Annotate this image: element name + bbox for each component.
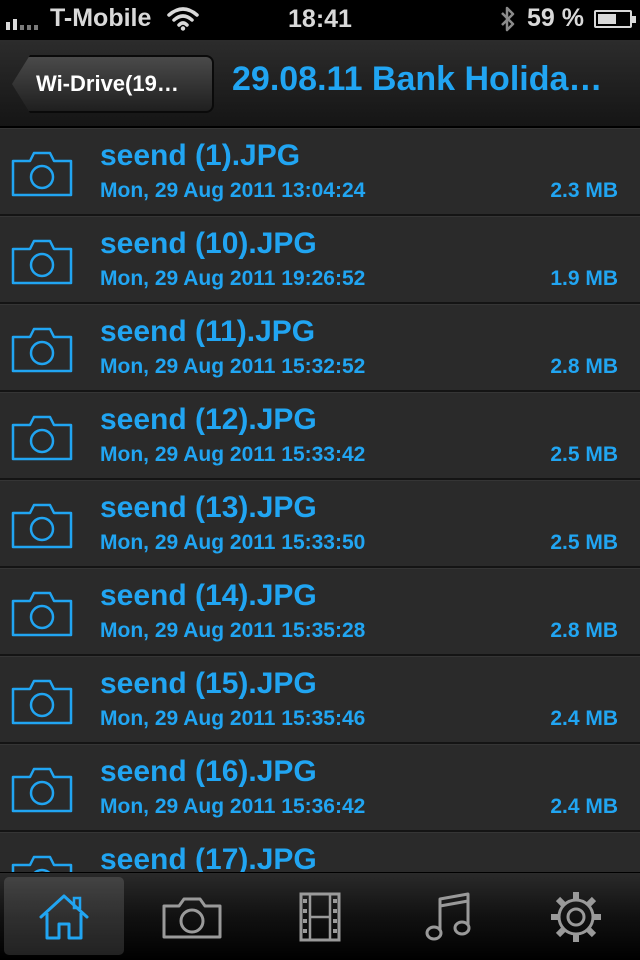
file-date: Mon, 29 Aug 2011 15:36:42	[100, 795, 366, 818]
file-row[interactable]: seend (15).JPG Mon, 29 Aug 2011 15:35:46 2…	[0, 656, 640, 744]
battery-percent: 59 %	[527, 4, 584, 32]
file-date: Mon, 29 Aug 2011 15:33:50	[100, 531, 366, 554]
file-name: seend (14).JPG	[100, 579, 317, 612]
battery-icon	[594, 9, 636, 28]
back-button-label: Wi-Drive(19…	[36, 71, 179, 96]
file-date: Mon, 29 Aug 2011 15:32:52	[100, 355, 366, 378]
status-right: 59 %	[499, 4, 636, 33]
file-size: 2.4 MB	[550, 795, 618, 818]
tab-camera[interactable]	[128, 873, 256, 960]
tab-home[interactable]	[0, 873, 128, 960]
file-row[interactable]: seend (14).JPG Mon, 29 Aug 2011 15:35:28 2…	[0, 568, 640, 656]
home-icon	[39, 894, 89, 940]
music-icon	[425, 892, 471, 941]
film-icon	[299, 892, 341, 942]
navigation-bar: Wi-Drive(19… 29.08.11 Bank Holida…	[0, 40, 640, 128]
file-size: 2.3 MB	[550, 179, 618, 202]
tab-video[interactable]	[256, 873, 384, 960]
file-row[interactable]: seend (12).JPG Mon, 29 Aug 2011 15:33:42 2…	[0, 392, 640, 480]
file-name: seend (13).JPG	[100, 491, 317, 524]
page-title: 29.08.11 Bank Holida…	[232, 60, 603, 98]
file-name: seend (1).JPG	[100, 139, 301, 172]
camera-icon	[11, 767, 73, 813]
file-size: 2.5 MB	[550, 443, 618, 466]
file-date: Mon, 29 Aug 2011 13:04:24	[100, 179, 366, 202]
bluetooth-icon	[501, 6, 515, 31]
file-date: Mon, 29 Aug 2011 15:35:28	[100, 619, 366, 642]
camera-icon	[11, 239, 73, 285]
file-size: 2.4 MB	[550, 707, 618, 730]
file-name: seend (16).JPG	[100, 755, 317, 788]
back-button[interactable]: Wi-Drive(19…	[12, 55, 214, 113]
camera-icon	[11, 151, 73, 197]
camera-icon	[11, 855, 73, 872]
file-row[interactable]: seend (13).JPG Mon, 29 Aug 2011 15:33:50 2…	[0, 480, 640, 568]
file-name: seend (17).JPG	[100, 843, 317, 872]
file-name: seend (10).JPG	[100, 227, 317, 260]
file-date: Mon, 29 Aug 2011 19:26:52	[100, 267, 366, 290]
file-name: seend (11).JPG	[100, 315, 316, 348]
file-row[interactable]: seend (10).JPG Mon, 29 Aug 2011 19:26:52 1…	[0, 216, 640, 304]
file-size: 2.5 MB	[550, 531, 618, 554]
file-row[interactable]: seend (16).JPG Mon, 29 Aug 2011 15:36:42 2…	[0, 744, 640, 832]
status-bar: T-Mobile 18:41 59 %	[0, 0, 640, 40]
file-name: seend (12).JPG	[100, 403, 317, 436]
gear-icon	[551, 892, 601, 942]
tab-settings[interactable]	[512, 873, 640, 960]
file-list[interactable]: seend (1).JPG Mon, 29 Aug 2011 13:04:24 2.…	[0, 128, 640, 872]
camera-icon	[11, 591, 73, 637]
file-row[interactable]: seend (11).JPG Mon, 29 Aug 2011 15:32:52 2…	[0, 304, 640, 392]
file-name: seend (15).JPG	[100, 667, 317, 700]
file-date: Mon, 29 Aug 2011 15:35:46	[100, 707, 366, 730]
file-size: 1.9 MB	[550, 267, 618, 290]
tab-bar	[0, 872, 640, 960]
battery-fill	[598, 13, 616, 24]
file-row[interactable]: seend (17).JPG	[0, 832, 640, 872]
tab-music[interactable]	[384, 873, 512, 960]
file-date: Mon, 29 Aug 2011 15:33:42	[100, 443, 366, 466]
camera-icon	[162, 897, 222, 939]
file-row[interactable]: seend (1).JPG Mon, 29 Aug 2011 13:04:24 2.…	[0, 128, 640, 216]
camera-icon	[11, 503, 73, 549]
camera-icon	[11, 415, 73, 461]
camera-icon	[11, 327, 73, 373]
camera-icon	[11, 679, 73, 725]
file-size: 2.8 MB	[550, 355, 618, 378]
file-size: 2.8 MB	[550, 619, 618, 642]
